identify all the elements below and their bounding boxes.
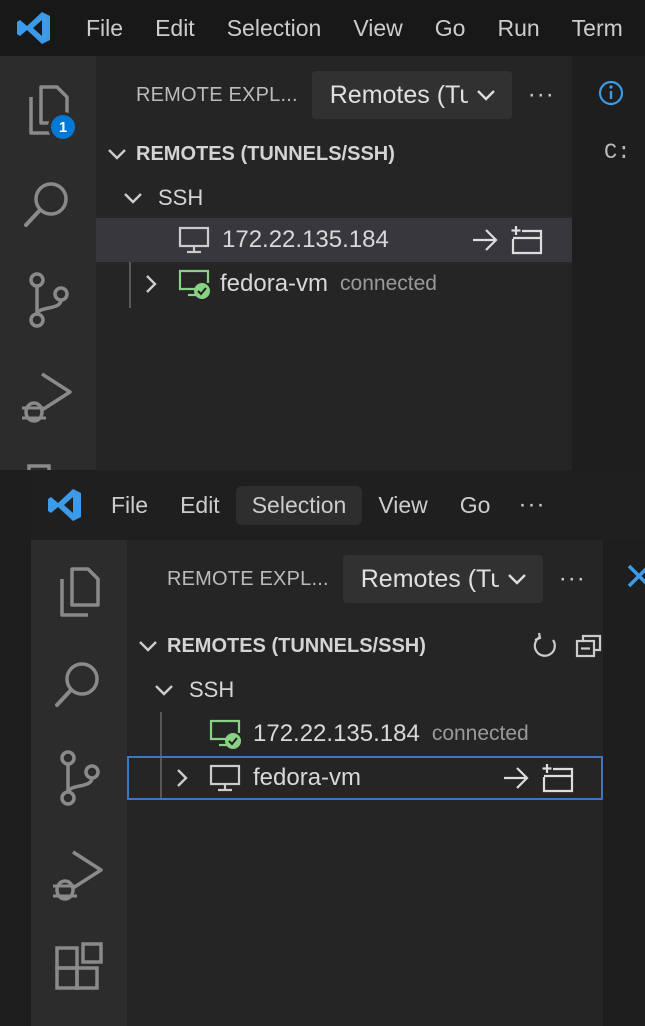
- menu-edit[interactable]: Edit: [139, 9, 211, 48]
- new-window-icon[interactable]: [541, 763, 575, 793]
- source-control-icon[interactable]: [0, 268, 96, 332]
- refresh-icon[interactable]: [531, 632, 559, 660]
- remotes-dropdown[interactable]: Remotes (Tunnels/SSH): [342, 555, 543, 603]
- remotes-dropdown-value: Remotes (Tunnels/SSH): [360, 564, 499, 593]
- tree-item-host[interactable]: fedora-vm: [127, 756, 603, 800]
- section-title: REMOTES (TUNNELS/SSH): [167, 634, 426, 657]
- activity-bar: 1: [0, 56, 96, 470]
- front-window: File Edit Selection View Go ··· REMOTE E…: [31, 470, 645, 1026]
- tree-item-host[interactable]: 172.22.135.184: [96, 218, 572, 262]
- tree-item-host[interactable]: 172.22.135.184 connected: [127, 712, 603, 756]
- breadcrumb[interactable]: C:: [604, 140, 630, 165]
- menu-view[interactable]: View: [362, 486, 443, 525]
- monitor-icon: [209, 764, 241, 792]
- remote-explorer-sidebar: REMOTE EXPL... Remotes (Tunnels/SSH) ···…: [127, 540, 603, 1026]
- chevron-down-icon: [106, 143, 128, 165]
- tree-item-host[interactable]: fedora-vm connected: [96, 262, 572, 306]
- menu-run[interactable]: Run: [481, 9, 555, 48]
- extensions-icon[interactable]: [31, 936, 127, 1000]
- close-icon[interactable]: [625, 562, 645, 590]
- connection-status: connected: [340, 272, 437, 295]
- arrow-right-icon[interactable]: [470, 227, 500, 253]
- editor-tabs: [572, 56, 645, 130]
- source-control-icon[interactable]: [31, 746, 127, 810]
- section-title: REMOTES (TUNNELS/SSH): [136, 142, 395, 165]
- explorer-icon[interactable]: [31, 560, 127, 624]
- group-label: SSH: [189, 677, 235, 702]
- host-name: 172.22.135.184: [222, 226, 389, 253]
- connection-status: connected: [431, 722, 529, 745]
- view-title: REMOTE EXPL...: [167, 567, 329, 590]
- host-name: fedora-vm: [220, 270, 329, 297]
- menu-selection[interactable]: Selection: [235, 485, 363, 525]
- connected-monitor-icon: [178, 269, 212, 299]
- row-actions: [470, 225, 544, 255]
- more-actions-button[interactable]: ···: [559, 565, 586, 593]
- chevron-down-icon: [505, 567, 529, 591]
- menu-bar: File Edit Selection View Go Run Term: [70, 9, 639, 48]
- menu-go[interactable]: Go: [444, 486, 507, 525]
- arrow-right-icon[interactable]: [501, 765, 531, 791]
- editor-tab[interactable]: [572, 56, 645, 130]
- editor-area: C:: [572, 56, 645, 470]
- title-bar: File Edit Selection View Go ···: [31, 470, 645, 540]
- explorer-badge: 1: [48, 112, 78, 142]
- collapse-all-icon[interactable]: [575, 632, 603, 660]
- tree-group-ssh[interactable]: SSH: [96, 176, 572, 220]
- view-title: REMOTE EXPL...: [136, 83, 298, 106]
- chevron-right-icon: [173, 767, 191, 789]
- connected-monitor-icon: [209, 719, 243, 749]
- section-header-remotes[interactable]: REMOTES (TUNNELS/SSH): [127, 624, 603, 668]
- section-header-remotes[interactable]: REMOTES (TUNNELS/SSH): [96, 132, 572, 176]
- activity-bar: [31, 540, 127, 1026]
- row-actions: [501, 763, 575, 793]
- remote-explorer-sidebar: REMOTE EXPL... Remotes (Tunnels/SSH) ···…: [96, 56, 572, 470]
- host-name: fedora-vm: [253, 764, 362, 791]
- menu-more-button[interactable]: ···: [506, 491, 557, 519]
- tree-group-ssh[interactable]: SSH: [127, 668, 603, 712]
- title-bar: File Edit Selection View Go Run Term: [0, 0, 645, 56]
- editor-area: [603, 540, 645, 1026]
- vscode-logo-icon: [14, 10, 54, 46]
- menu-file[interactable]: File: [95, 486, 164, 525]
- chevron-down-icon: [153, 679, 175, 701]
- menu-bar: File Edit Selection View Go ···: [95, 485, 557, 525]
- remotes-dropdown-value: Remotes (Tunnels/SSH): [329, 80, 468, 109]
- vscode-logo-icon: [45, 487, 85, 523]
- run-debug-icon[interactable]: [0, 362, 96, 432]
- menu-go[interactable]: Go: [419, 9, 482, 48]
- search-icon[interactable]: [31, 652, 127, 716]
- host-name: 172.22.135.184: [253, 720, 420, 747]
- menu-terminal[interactable]: Term: [556, 9, 639, 48]
- chevron-right-icon: [142, 273, 160, 295]
- menu-file[interactable]: File: [70, 9, 139, 48]
- chevron-down-icon: [474, 83, 498, 107]
- search-icon[interactable]: [0, 172, 96, 236]
- back-window: File Edit Selection View Go Run Term 1 R…: [0, 0, 645, 470]
- menu-view[interactable]: View: [337, 9, 418, 48]
- run-debug-icon[interactable]: [31, 840, 127, 910]
- menu-selection[interactable]: Selection: [211, 9, 338, 48]
- new-window-icon[interactable]: [510, 225, 544, 255]
- view-header: REMOTE EXPL... Remotes (Tunnels/SSH) ···: [96, 56, 572, 134]
- info-icon: [598, 80, 624, 106]
- chevron-down-icon: [122, 187, 144, 209]
- remotes-dropdown[interactable]: Remotes (Tunnels/SSH): [311, 71, 512, 119]
- extensions-icon[interactable]: [0, 460, 96, 470]
- explorer-icon[interactable]: 1: [0, 78, 96, 142]
- more-actions-button[interactable]: ···: [528, 81, 555, 109]
- monitor-icon: [178, 226, 210, 254]
- view-header: REMOTE EXPL... Remotes (Tunnels/SSH) ···: [127, 540, 603, 618]
- menu-edit[interactable]: Edit: [164, 486, 236, 525]
- group-label: SSH: [158, 185, 204, 210]
- section-actions: [531, 632, 603, 660]
- chevron-down-icon: [137, 635, 159, 657]
